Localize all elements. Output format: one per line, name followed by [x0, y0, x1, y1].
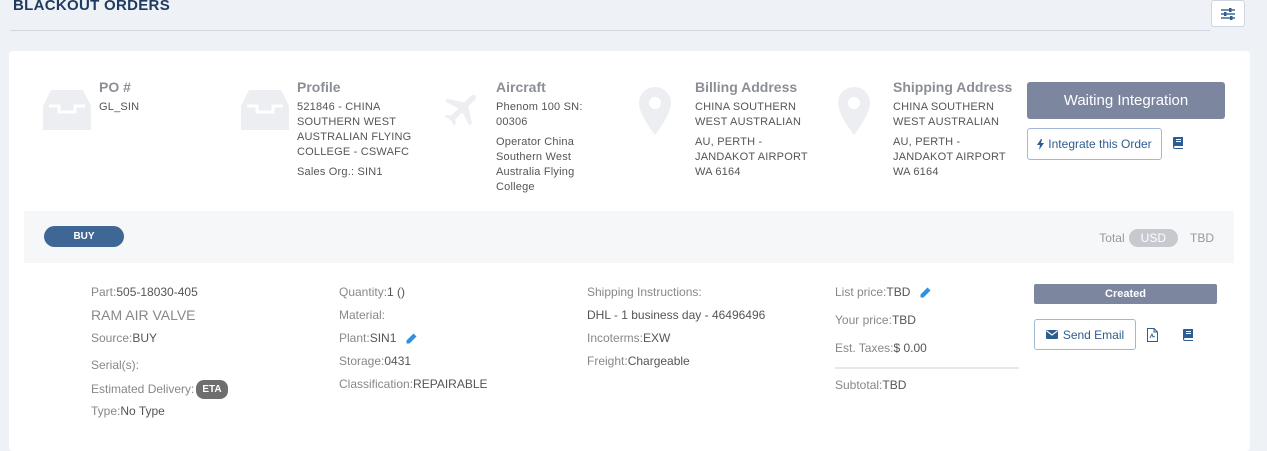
book-icon[interactable]: [1172, 137, 1184, 149]
plant-value: SIN1: [369, 331, 397, 345]
shipping-addr-line: WA 6164: [893, 166, 939, 178]
storage-value: 0431: [384, 354, 412, 368]
envelope-icon: [1045, 330, 1058, 339]
quantity-label: Quantity:: [339, 285, 388, 299]
subtotal-value: TBD: [882, 378, 907, 392]
subtotal-label: Subtotal:: [835, 378, 883, 392]
integrate-order-label: Integrate this Order: [1048, 137, 1152, 151]
storage-label: Storage:: [339, 354, 385, 368]
aircraft-line: 00306: [496, 116, 528, 128]
operator-line: Southern West: [496, 151, 572, 163]
billing-addr-line: WA 6164: [695, 166, 741, 178]
profile-line: 521846 - CHINA: [297, 101, 381, 113]
billing-name-line: CHINA SOUTHERN: [695, 101, 797, 113]
shipping-addr-line: JANDAKOT AIRPORT: [893, 151, 1006, 163]
map-pin-icon: [838, 87, 870, 135]
part-label: Part:: [91, 285, 117, 299]
po-value: GL_SIN: [99, 101, 140, 113]
shipping-addr-line: AU, PERTH -: [893, 136, 961, 148]
type-value: No Type: [120, 404, 165, 418]
total-summary: Total USD TBD: [1099, 229, 1214, 247]
profile-title: Profile: [297, 79, 341, 95]
waiting-integration-button[interactable]: Waiting Integration: [1027, 82, 1225, 119]
freight-label: Freight:: [587, 354, 628, 368]
buy-badge[interactable]: BUY: [44, 226, 124, 247]
billing-addr-line: JANDAKOT AIRPORT: [695, 151, 808, 163]
plant-label: Plant:: [339, 331, 370, 345]
billing-addr-line: AU, PERTH -: [695, 136, 763, 148]
shipping-title: Shipping Address: [893, 79, 1013, 95]
book-icon[interactable]: [1182, 329, 1194, 341]
operator-line: Australia Flying: [496, 166, 575, 178]
source-value: BUY: [132, 331, 158, 345]
order-card: PO # GL_SIN Profile 521846 - CHINA SOUTH…: [9, 51, 1250, 451]
inbox-icon: [241, 90, 289, 130]
shipping-name-line: CHINA SOUTHERN: [893, 101, 995, 113]
list-price-value: TBD: [886, 285, 911, 299]
subtotal-divider: [835, 367, 1019, 369]
source-label: Source:: [91, 331, 133, 345]
part-number: 505-18030-405: [116, 285, 198, 299]
freight-value: Chargeable: [627, 354, 690, 368]
aircraft-line: Phenom 100 SN:: [496, 101, 583, 113]
type-label: Type:: [91, 404, 121, 418]
po-section: PO # GL_SIN: [99, 79, 139, 115]
aircraft-section: Aircraft Phenom 100 SN: 00306 Operator C…: [496, 79, 583, 195]
billing-name-line: WEST AUSTRALIAN: [695, 116, 802, 128]
lightning-icon: [1037, 138, 1045, 150]
title-divider: [10, 30, 1210, 31]
your-price-value: TBD: [891, 313, 916, 327]
delivery-label: Estimated Delivery:: [91, 382, 195, 396]
taxes-value: $ 0.00: [893, 341, 927, 355]
send-email-button[interactable]: Send Email: [1034, 319, 1136, 350]
profile-line: COLLEGE - CSWAFC: [297, 146, 410, 158]
line-item-header: BUY Total USD TBD: [24, 211, 1234, 263]
list-price-label: List price:: [835, 285, 887, 299]
part-name: RAM AIR VALVE: [91, 307, 196, 323]
profile-line: AUSTRALIAN FLYING: [297, 131, 412, 143]
shipping-details: Shipping Instructions: DHL - 1 business …: [587, 284, 765, 376]
edit-plant-icon[interactable]: [406, 333, 417, 344]
airplane-icon: [444, 94, 477, 126]
shipping-name-line: WEST AUSTRALIAN: [893, 116, 1000, 128]
page-title: BLACKOUT ORDERS: [13, 0, 170, 14]
taxes-label: Est. Taxes:: [835, 341, 894, 355]
inbox-icon: [43, 90, 91, 130]
material-label: Material:: [339, 308, 386, 322]
quantity-value: 1 (): [387, 285, 406, 299]
edit-price-icon[interactable]: [920, 287, 931, 298]
incoterms-value: EXW: [643, 331, 671, 345]
sliders-icon: [1221, 7, 1235, 20]
item-status-badge: Created: [1034, 284, 1217, 304]
operator-line: College: [496, 181, 535, 193]
currency-badge: USD: [1128, 229, 1178, 247]
profile-line: SOUTHERN WEST: [297, 116, 397, 128]
send-email-label: Send Email: [1062, 327, 1125, 342]
operator-line: Operator China: [496, 136, 575, 148]
pricing-details: List price:TBD Your price:TBD Est. Taxes…: [835, 284, 1019, 400]
total-value: TBD: [1190, 231, 1214, 245]
profile-section: Profile 521846 - CHINA SOUTHERN WEST AUS…: [297, 79, 411, 180]
inventory-details: Quantity:1 () Material: Plant:SIN1 Stora…: [339, 284, 488, 399]
billing-address-section: Billing Address CHINA SOUTHERN WEST AUST…: [695, 79, 808, 180]
billing-title: Billing Address: [695, 79, 798, 95]
total-label: Total: [1099, 231, 1125, 245]
your-price-label: Your price:: [835, 313, 892, 327]
sales-org: Sales Org.: SIN1: [297, 166, 383, 178]
pdf-icon[interactable]: [1147, 328, 1158, 342]
eta-badge: ETA: [196, 380, 228, 399]
shipping-instructions-value: DHL - 1 business day - 46496496: [587, 308, 766, 322]
filter-settings-button[interactable]: [1211, 0, 1245, 27]
shipping-address-section: Shipping Address CHINA SOUTHERN WEST AUS…: [893, 79, 1012, 180]
part-details: Part:505-18030-405 RAM AIR VALVE Source:…: [91, 284, 228, 426]
aircraft-title: Aircraft: [496, 79, 546, 95]
integrate-order-button[interactable]: Integrate this Order: [1027, 128, 1162, 160]
incoterms-label: Incoterms:: [587, 331, 644, 345]
po-title: PO #: [99, 79, 131, 95]
serials-label: Serial(s):: [91, 358, 140, 372]
map-pin-icon: [639, 87, 671, 135]
classification-label: Classification:: [339, 377, 414, 391]
classification-value: REPAIRABLE: [413, 377, 488, 391]
shipping-instructions-label: Shipping Instructions:: [587, 285, 702, 299]
